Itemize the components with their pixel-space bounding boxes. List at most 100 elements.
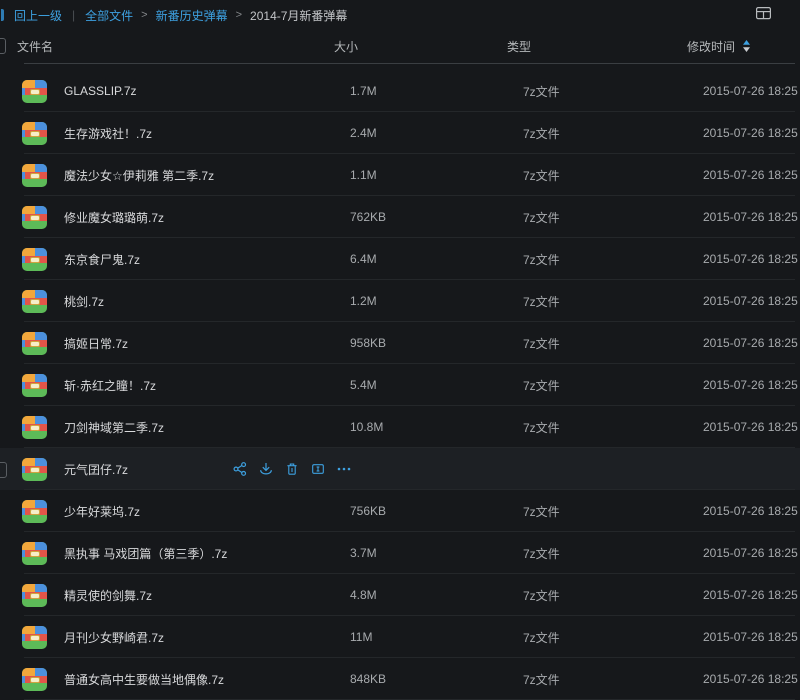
file-type: 7z文件	[523, 335, 703, 352]
file-mtime: 2015-07-26 18:25	[703, 588, 800, 602]
file-mtime: 2015-07-26 18:25	[703, 210, 800, 224]
file-name[interactable]: 月刊少女野崎君.7z	[64, 629, 350, 646]
file-type: 7z文件	[523, 293, 703, 310]
file-name[interactable]: 普通女高中生要做当地偶像.7z	[64, 671, 350, 688]
archive-file-icon	[22, 290, 47, 313]
row-checkbox[interactable]	[0, 462, 7, 478]
file-mtime: 2015-07-26 18:25	[703, 294, 800, 308]
archive-file-icon	[22, 248, 47, 271]
file-name[interactable]: 黑执事 马戏团篇（第三季）.7z	[64, 545, 350, 562]
rename-icon[interactable]	[310, 461, 326, 477]
table-row[interactable]: 魔法少女☆伊莉雅 第二季.7z 1.1M 7z文件 2015-07-26 18:…	[0, 154, 800, 196]
archive-file-icon	[22, 584, 47, 607]
table-row[interactable]: 普通女高中生要做当地偶像.7z 848KB 7z文件 2015-07-26 18…	[0, 658, 800, 700]
file-size: 2.4M	[350, 126, 523, 140]
file-type: 7z文件	[523, 587, 703, 604]
file-size: 10.8M	[350, 420, 523, 434]
archive-file-icon	[22, 164, 47, 187]
header-mtime[interactable]: 修改时间	[687, 38, 800, 55]
file-type: 7z文件	[523, 209, 703, 226]
file-name[interactable]: GLASSLIP.7z	[64, 84, 350, 98]
table-row[interactable]: 精灵使的剑舞.7z 4.8M 7z文件 2015-07-26 18:25	[0, 574, 800, 616]
file-mtime: 2015-07-26 18:25	[703, 84, 800, 98]
table-row[interactable]: 月刊少女野崎君.7z 11M 7z文件 2015-07-26 18:25	[0, 616, 800, 658]
file-type: 7z文件	[523, 125, 703, 142]
file-name[interactable]: 东京食尸鬼.7z	[64, 251, 350, 268]
file-mtime: 2015-07-26 18:25	[703, 672, 800, 686]
delete-icon[interactable]	[284, 461, 300, 477]
file-mtime: 2015-07-26 18:25	[703, 168, 800, 182]
table-row[interactable]: 桃剑.7z 1.2M 7z文件 2015-07-26 18:25	[0, 280, 800, 322]
table-row[interactable]: 搞姬日常.7z 958KB 7z文件 2015-07-26 18:25	[0, 322, 800, 364]
table-row[interactable]: 黑执事 马戏团篇（第三季）.7z 3.7M 7z文件 2015-07-26 18…	[0, 532, 800, 574]
breadcrumb: 回上一级 | 全部文件 > 新番历史弹幕 > 2014-7月新番弹幕	[0, 7, 347, 24]
header-size[interactable]: 大小	[334, 38, 507, 55]
more-icon[interactable]	[336, 461, 352, 477]
file-mtime: 2015-07-26 18:25	[703, 126, 800, 140]
file-name[interactable]: 修业魔女璐璐萌.7z	[64, 209, 350, 226]
file-name[interactable]: 精灵使的剑舞.7z	[64, 587, 350, 604]
file-type: 7z文件	[523, 83, 703, 100]
file-mtime: 2015-07-26 18:25	[703, 630, 800, 644]
file-name[interactable]: 刀剑神域第二季.7z	[64, 419, 350, 436]
file-type: 7z文件	[523, 629, 703, 646]
file-type: 7z文件	[523, 671, 703, 688]
archive-file-icon	[22, 458, 47, 481]
table-row[interactable]: 修业魔女璐璐萌.7z 762KB 7z文件 2015-07-26 18:25	[0, 196, 800, 238]
file-size: 6.4M	[350, 252, 523, 266]
file-type: 7z文件	[523, 503, 703, 520]
back-icon[interactable]	[1, 9, 4, 21]
table-row[interactable]: 元气囝仔.7z	[0, 448, 800, 490]
table-row[interactable]: 生存游戏社！.7z 2.4M 7z文件 2015-07-26 18:25	[0, 112, 800, 154]
file-mtime: 2015-07-26 18:25	[703, 252, 800, 266]
archive-file-icon	[22, 626, 47, 649]
table-header: 文件名 大小 类型 修改时间	[0, 28, 800, 64]
file-name[interactable]: 桃剑.7z	[64, 293, 350, 310]
chevron-right-icon: >	[141, 9, 147, 21]
file-size: 848KB	[350, 672, 523, 686]
table-row[interactable]: GLASSLIP.7z 1.7M 7z文件 2015-07-26 18:25	[0, 70, 800, 112]
archive-file-icon	[22, 668, 47, 691]
file-name[interactable]: 少年好莱坞.7z	[64, 503, 350, 520]
file-size: 1.1M	[350, 168, 523, 182]
file-name[interactable]: 生存游戏社！.7z	[64, 125, 350, 142]
file-type: 7z文件	[523, 377, 703, 394]
file-type: 7z文件	[523, 167, 703, 184]
file-mtime: 2015-07-26 18:25	[703, 336, 800, 350]
file-name[interactable]: 斩·赤红之瞳！.7z	[64, 377, 350, 394]
file-size: 958KB	[350, 336, 523, 350]
header-type[interactable]: 类型	[507, 38, 687, 55]
table-row[interactable]: 斩·赤红之瞳！.7z 5.4M 7z文件 2015-07-26 18:25	[0, 364, 800, 406]
breadcrumb-bar: 回上一级 | 全部文件 > 新番历史弹幕 > 2014-7月新番弹幕	[0, 0, 800, 28]
grid-view-icon[interactable]	[755, 5, 772, 21]
file-size: 762KB	[350, 210, 523, 224]
file-size: 11M	[350, 630, 523, 644]
file-mtime: 2015-07-26 18:25	[703, 546, 800, 560]
download-icon[interactable]	[258, 461, 274, 477]
table-row[interactable]: 少年好莱坞.7z 756KB 7z文件 2015-07-26 18:25	[0, 490, 800, 532]
breadcrumb-current: 2014-7月新番弹幕	[250, 7, 347, 24]
archive-file-icon	[22, 206, 47, 229]
file-size: 1.7M	[350, 84, 523, 98]
file-name[interactable]: 搞姬日常.7z	[64, 335, 350, 352]
breadcrumb-link-folder[interactable]: 新番历史弹幕	[156, 7, 228, 24]
breadcrumb-link-all-files[interactable]: 全部文件	[85, 7, 133, 24]
file-size: 4.8M	[350, 588, 523, 602]
file-type: 7z文件	[523, 251, 703, 268]
archive-file-icon	[22, 542, 47, 565]
sort-icon[interactable]	[742, 39, 751, 53]
file-size: 756KB	[350, 504, 523, 518]
share-icon[interactable]	[232, 461, 248, 477]
header-filename[interactable]: 文件名	[6, 38, 334, 55]
table-row[interactable]: 东京食尸鬼.7z 6.4M 7z文件 2015-07-26 18:25	[0, 238, 800, 280]
table-row[interactable]: 刀剑神域第二季.7z 10.8M 7z文件 2015-07-26 18:25	[0, 406, 800, 448]
archive-file-icon	[22, 416, 47, 439]
archive-file-icon	[22, 332, 47, 355]
file-list: GLASSLIP.7z 1.7M 7z文件 2015-07-26 18:25 生…	[0, 70, 800, 700]
archive-file-icon	[22, 80, 47, 103]
breadcrumb-back-link[interactable]: 回上一级	[14, 7, 62, 24]
file-type: 7z文件	[523, 419, 703, 436]
archive-file-icon	[22, 500, 47, 523]
archive-file-icon	[22, 374, 47, 397]
file-name[interactable]: 魔法少女☆伊莉雅 第二季.7z	[64, 167, 350, 184]
